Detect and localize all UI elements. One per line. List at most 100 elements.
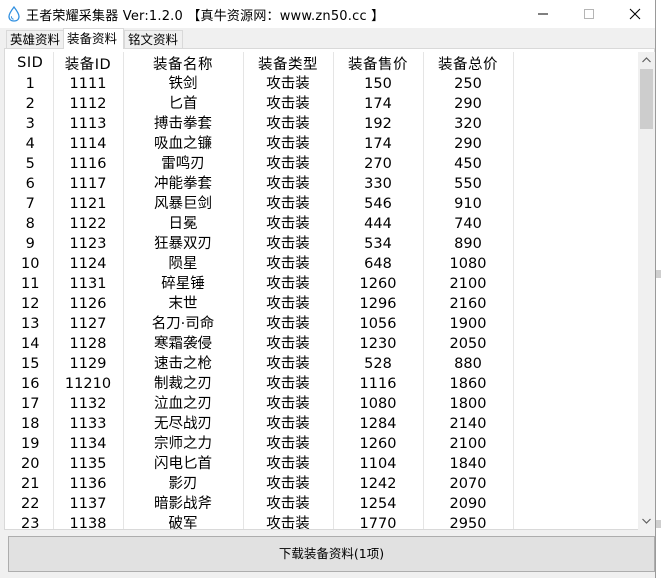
equipment-grid[interactable]: SID 装备ID 装备名称 装备类型 装备售价 装备总价 1 1111 铁剑 攻击装 1… <box>8 52 638 529</box>
cell-sid: 7 <box>8 194 54 214</box>
cell-equip-type: 攻击装 <box>243 114 334 134</box>
cell-equip-id: 1116 <box>53 154 124 174</box>
cell-sell-price: 546 <box>333 194 424 214</box>
table-row[interactable]: 4 1114 吸血之镰 攻击装 174 290 <box>8 134 514 154</box>
table-row[interactable]: 14 1128 寒霜袭侵 攻击装 1230 2050 <box>8 334 514 354</box>
cell-equip-id: 1112 <box>53 94 124 114</box>
cell-equip-type: 攻击装 <box>243 414 334 434</box>
cell-sell-price: 192 <box>333 114 424 134</box>
download-equipment-button[interactable]: 下载装备资料(1项) <box>8 536 655 572</box>
table-row[interactable]: 23 1138 破军 攻击装 1770 2950 <box>8 514 514 529</box>
cell-sell-price: 1260 <box>333 274 424 294</box>
cell-total-price: 2100 <box>423 274 514 294</box>
cell-equip-type: 攻击装 <box>243 454 334 474</box>
cell-equip-type: 攻击装 <box>243 334 334 354</box>
cell-equip-id: 1134 <box>53 434 124 454</box>
table-row[interactable]: 10 1124 陨星 攻击装 648 1080 <box>8 254 514 274</box>
cell-equip-id: 1136 <box>53 474 124 494</box>
table-row[interactable]: 2 1112 匕首 攻击装 174 290 <box>8 94 514 114</box>
table-row[interactable]: 17 1132 泣血之刃 攻击装 1080 1800 <box>8 394 514 414</box>
cell-sid: 19 <box>8 434 54 454</box>
scroll-up-button[interactable] <box>638 52 655 69</box>
column-header-sell-price[interactable]: 装备售价 <box>333 52 424 74</box>
table-row[interactable]: 12 1126 末世 攻击装 1296 2160 <box>8 294 514 314</box>
table-row[interactable]: 6 1117 冲能拳套 攻击装 330 550 <box>8 174 514 194</box>
column-header-equip-name[interactable]: 装备名称 <box>123 52 244 74</box>
cell-equip-name: 破军 <box>123 514 244 529</box>
tab-equipment-info[interactable]: 装备资料 <box>63 28 124 49</box>
cell-sid: 20 <box>8 454 54 474</box>
tab-hero-info[interactable]: 英雄资料 <box>6 30 64 48</box>
cell-equip-id: 11210 <box>53 374 124 394</box>
cell-sid: 18 <box>8 414 54 434</box>
table-row[interactable]: 9 1123 狂暴双刃 攻击装 534 890 <box>8 234 514 254</box>
maximize-icon <box>584 9 594 19</box>
cell-sell-price: 270 <box>333 154 424 174</box>
cell-equip-id: 1122 <box>53 214 124 234</box>
table-row[interactable]: 5 1116 雷鸣刃 攻击装 270 450 <box>8 154 514 174</box>
table-row[interactable]: 19 1134 宗师之力 攻击装 1260 2100 <box>8 434 514 454</box>
table-body: 1 1111 铁剑 攻击装 150 250 2 1112 匕首 攻击装 174 290 3 1113 搏击拳… <box>8 74 514 529</box>
cell-total-price: 250 <box>423 74 514 94</box>
cell-total-price: 290 <box>423 134 514 154</box>
column-header-equip-id[interactable]: 装备ID <box>53 52 124 74</box>
cell-equip-id: 1137 <box>53 494 124 514</box>
cell-equip-name: 寒霜袭侵 <box>123 334 244 354</box>
column-header-total-price[interactable]: 装备总价 <box>423 52 514 74</box>
cell-sell-price: 444 <box>333 214 424 234</box>
table-row[interactable]: 7 1121 风暴巨剑 攻击装 546 910 <box>8 194 514 214</box>
cell-equip-id: 1123 <box>53 234 124 254</box>
cell-equip-name: 影刃 <box>123 474 244 494</box>
cell-equip-type: 攻击装 <box>243 194 334 214</box>
cell-equip-id: 1138 <box>53 514 124 529</box>
cell-sid: 16 <box>8 374 54 394</box>
table-row[interactable]: 18 1133 无尽战刃 攻击装 1284 2140 <box>8 414 514 434</box>
cell-sid: 8 <box>8 214 54 234</box>
close-button[interactable] <box>612 0 658 28</box>
cell-total-price: 880 <box>423 354 514 374</box>
table-row[interactable]: 15 1129 速击之枪 攻击装 528 880 <box>8 354 514 374</box>
cell-equip-name: 陨星 <box>123 254 244 274</box>
cell-sell-price: 1116 <box>333 374 424 394</box>
table-row[interactable]: 21 1136 影刃 攻击装 1242 2070 <box>8 474 514 494</box>
scroll-thumb[interactable] <box>640 69 653 129</box>
minimize-button[interactable] <box>520 0 566 28</box>
maximize-button[interactable] <box>566 0 612 28</box>
table-row[interactable]: 3 1113 搏击拳套 攻击装 192 320 <box>8 114 514 134</box>
cell-sell-price: 1260 <box>333 434 424 454</box>
cell-sid: 2 <box>8 94 54 114</box>
tab-inscription-info[interactable]: 铭文资料 <box>124 30 183 48</box>
cell-total-price: 890 <box>423 234 514 254</box>
table-header-row: SID 装备ID 装备名称 装备类型 装备售价 装备总价 <box>8 52 514 74</box>
edge-mark <box>656 270 661 278</box>
table-row[interactable]: 22 1137 暗影战斧 攻击装 1254 2090 <box>8 494 514 514</box>
cell-sell-price: 1104 <box>333 454 424 474</box>
table-row[interactable]: 13 1127 名刀·司命 攻击装 1056 1900 <box>8 314 514 334</box>
vertical-scrollbar[interactable] <box>638 52 655 530</box>
table-row[interactable]: 20 1135 闪电匕首 攻击装 1104 1840 <box>8 454 514 474</box>
cell-equip-name: 名刀·司命 <box>123 314 244 334</box>
cell-total-price: 2140 <box>423 414 514 434</box>
cell-total-price: 320 <box>423 114 514 134</box>
cell-sell-price: 1230 <box>333 334 424 354</box>
cell-equip-name: 搏击拳套 <box>123 114 244 134</box>
cell-sell-price: 1284 <box>333 414 424 434</box>
scroll-down-button[interactable] <box>638 513 655 530</box>
cell-equip-id: 1111 <box>53 74 124 94</box>
cell-sid: 11 <box>8 274 54 294</box>
column-header-sid[interactable]: SID <box>8 52 54 74</box>
cell-equip-name: 泣血之刃 <box>123 394 244 414</box>
cell-equip-id: 1128 <box>53 334 124 354</box>
column-header-equip-type[interactable]: 装备类型 <box>243 52 334 74</box>
cell-sell-price: 150 <box>333 74 424 94</box>
table-row[interactable]: 1 1111 铁剑 攻击装 150 250 <box>8 74 514 94</box>
title-bar[interactable]: 王者荣耀采集器 Ver:1.2.0 【真牛资源网：www.zn50.cc 】 <box>0 0 655 28</box>
cell-sell-price: 528 <box>333 354 424 374</box>
cell-equip-name: 暗影战斧 <box>123 494 244 514</box>
cell-total-price: 550 <box>423 174 514 194</box>
table-row[interactable]: 8 1122 日冕 攻击装 444 740 <box>8 214 514 234</box>
table-row[interactable]: 11 1131 碎星锤 攻击装 1260 2100 <box>8 274 514 294</box>
cell-total-price: 740 <box>423 214 514 234</box>
table-row[interactable]: 16 11210 制裁之刃 攻击装 1116 1860 <box>8 374 514 394</box>
cell-total-price: 2100 <box>423 434 514 454</box>
